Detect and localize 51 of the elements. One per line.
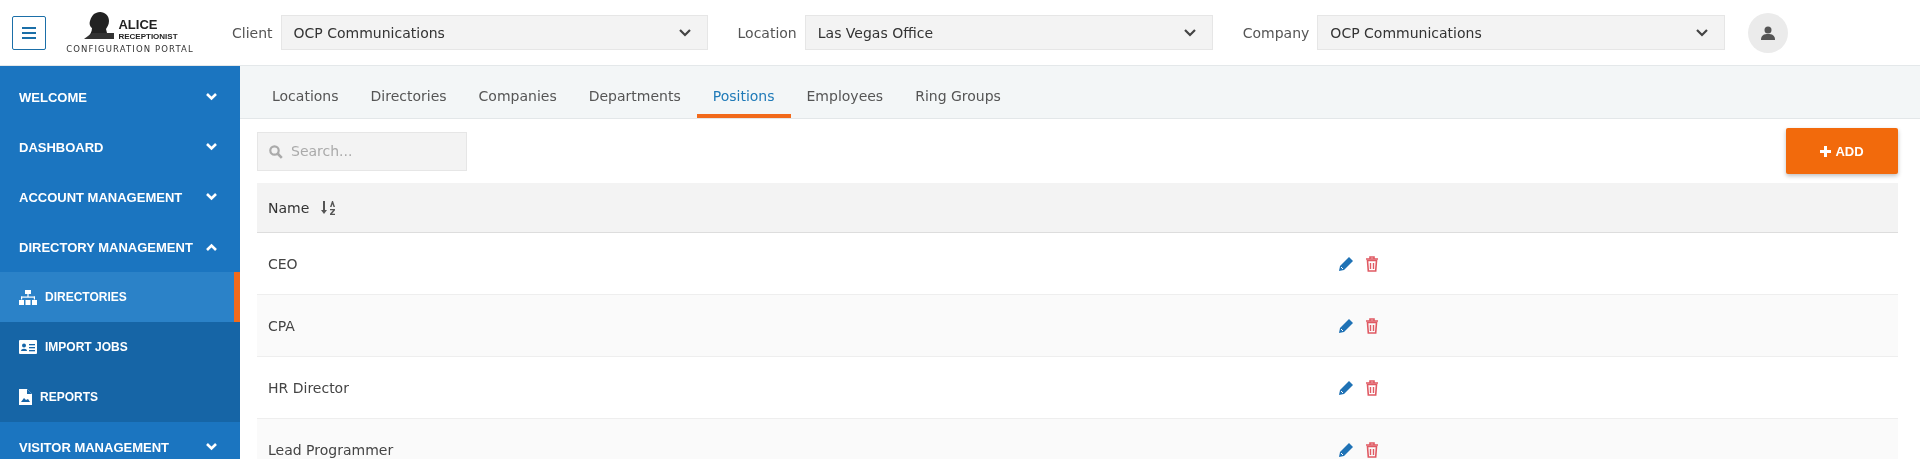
filter-label: Client — [232, 24, 273, 41]
tab[interactable]: Employees — [790, 88, 900, 118]
pencil-icon[interactable] — [1338, 379, 1354, 396]
tab[interactable]: Departments — [572, 88, 697, 118]
table-cell-text: CEO — [267, 255, 299, 272]
tab[interactable]: Positions — [696, 88, 791, 118]
sidebar-item[interactable]: ACCOUNT MANAGEMENT — [0, 172, 240, 222]
tab[interactable]: Companies — [462, 88, 573, 118]
menu-button[interactable] — [12, 15, 46, 50]
trash-icon[interactable] — [1365, 317, 1379, 334]
filter-dropdown[interactable]: Las Vegas Office — [804, 15, 1213, 50]
tab[interactable]: Locations — [256, 88, 355, 118]
plus-icon — [1820, 145, 1832, 157]
sidebar-item[interactable]: DASHBOARD — [0, 122, 240, 172]
sitemap-icon — [19, 289, 37, 305]
filter-dropdown[interactable]: OCP Communications — [1317, 15, 1726, 50]
user-icon — [1761, 25, 1776, 40]
chevron-down-icon — [1183, 28, 1196, 37]
chevron-down-icon — [678, 28, 691, 37]
logo-subtitle: RECEPTIONIST — [118, 32, 178, 41]
document-icon — [19, 389, 32, 405]
logo-title: ALICE — [118, 17, 159, 32]
filter-label: Company — [1242, 24, 1310, 41]
sidebar-item[interactable]: DIRECTORY MANAGEMENT — [0, 222, 240, 272]
sort-icon[interactable] — [321, 199, 338, 216]
active-indicator — [234, 272, 240, 322]
tab[interactable]: Directories — [354, 88, 463, 118]
tab[interactable]: Ring Groups — [899, 88, 1017, 118]
pencil-icon[interactable] — [1338, 317, 1354, 334]
sidebar-subitem[interactable]: REPORTS — [0, 372, 240, 422]
table-cell-text: HR Director — [267, 379, 350, 396]
table-cell-text: CPA — [267, 317, 296, 334]
column-header[interactable]: Name — [268, 199, 310, 216]
search-field[interactable]: Search... — [257, 131, 467, 171]
pencil-icon[interactable] — [1338, 255, 1354, 272]
filter-label: Location — [737, 24, 797, 41]
sidebar-subitem[interactable]: DIRECTORIES — [0, 272, 240, 322]
table-cell-text: Lead Programmer — [267, 441, 395, 458]
menu-icon — [22, 26, 36, 39]
pencil-icon[interactable] — [1338, 441, 1354, 458]
user-avatar-button[interactable] — [1748, 12, 1789, 53]
sidebar-item[interactable]: WELCOME — [0, 72, 240, 122]
trash-icon[interactable] — [1365, 441, 1379, 458]
chevron-down-icon — [1696, 28, 1709, 37]
sidebar-item[interactable]: VISITOR MANAGEMENT — [0, 422, 240, 459]
filter-dropdown[interactable]: OCP Communications — [280, 15, 708, 50]
trash-icon[interactable] — [1365, 255, 1379, 272]
sidebar-subitem[interactable]: IMPORT JOBS — [0, 322, 240, 372]
id-card-icon — [19, 340, 37, 354]
logo-caption: CONFIGURATION PORTAL — [66, 44, 194, 54]
trash-icon[interactable] — [1365, 379, 1379, 396]
